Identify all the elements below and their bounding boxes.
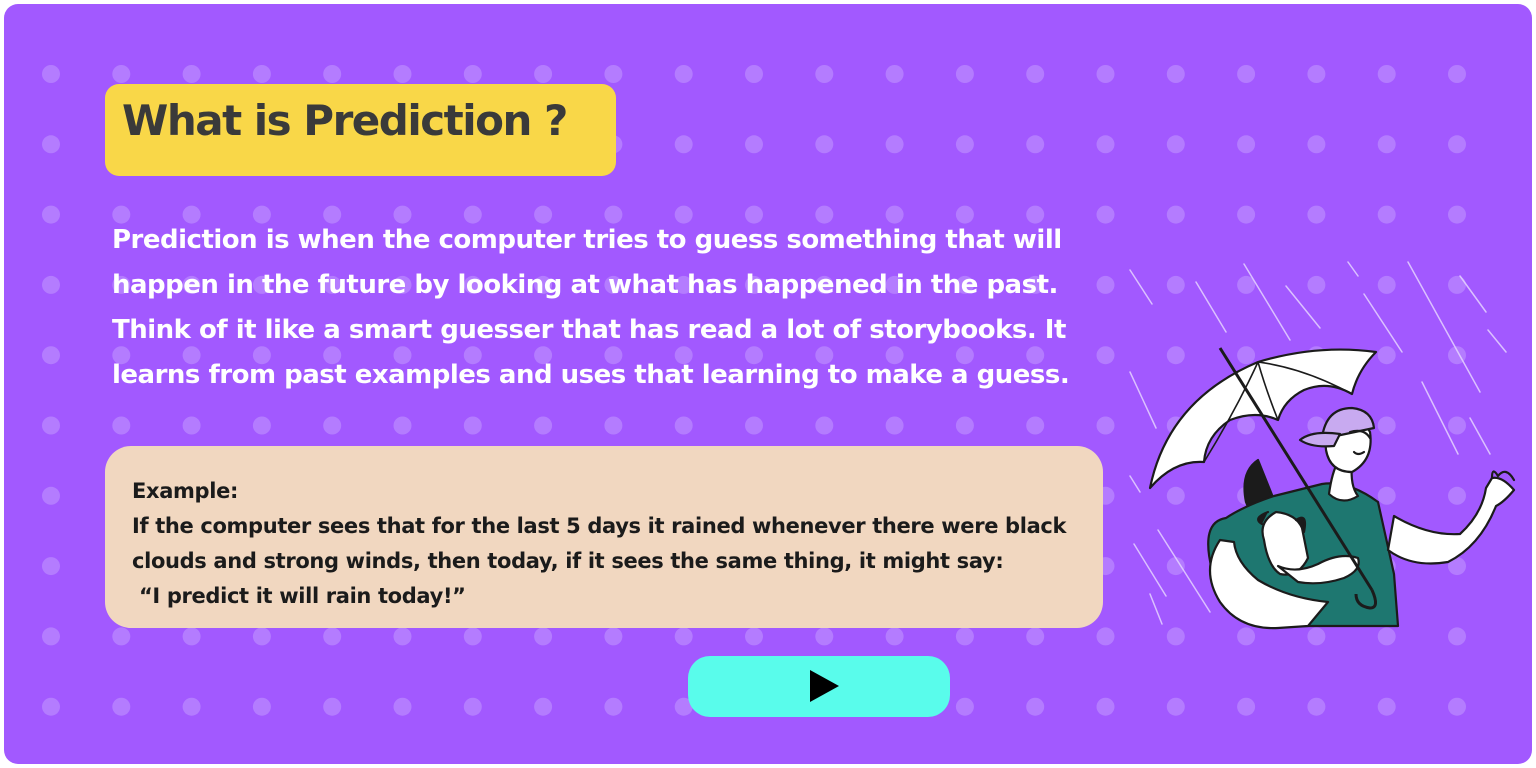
title-banner: What is Prediction ?	[105, 84, 616, 176]
intro-line: Prediction is when the computer tries to…	[112, 225, 1062, 255]
umbrella-illustration	[1129, 261, 1516, 630]
lesson-card: What is Prediction ? Prediction is when …	[4, 4, 1532, 764]
page-title: What is Prediction ?	[122, 96, 568, 145]
example-quote: “I predict it will rain today!”	[132, 584, 466, 608]
intro-line: learns from past examples and uses that …	[112, 360, 1070, 390]
example-heading: Example:	[132, 479, 239, 503]
play-button[interactable]	[688, 656, 950, 717]
example-box: Example: If the computer sees that for t…	[105, 446, 1103, 628]
example-line: If the computer sees that for the last 5…	[132, 514, 1067, 538]
person	[1207, 406, 1516, 630]
play-icon	[810, 670, 839, 702]
example-text: Example: If the computer sees that for t…	[132, 474, 1066, 614]
example-line: clouds and strong winds, then today, if …	[132, 549, 1004, 573]
intro-line: happen in the future by looking at what …	[112, 270, 1058, 300]
intro-line: Think of it like a smart guesser that ha…	[112, 315, 1066, 345]
intro-paragraph: Prediction is when the computer tries to…	[112, 218, 1112, 398]
